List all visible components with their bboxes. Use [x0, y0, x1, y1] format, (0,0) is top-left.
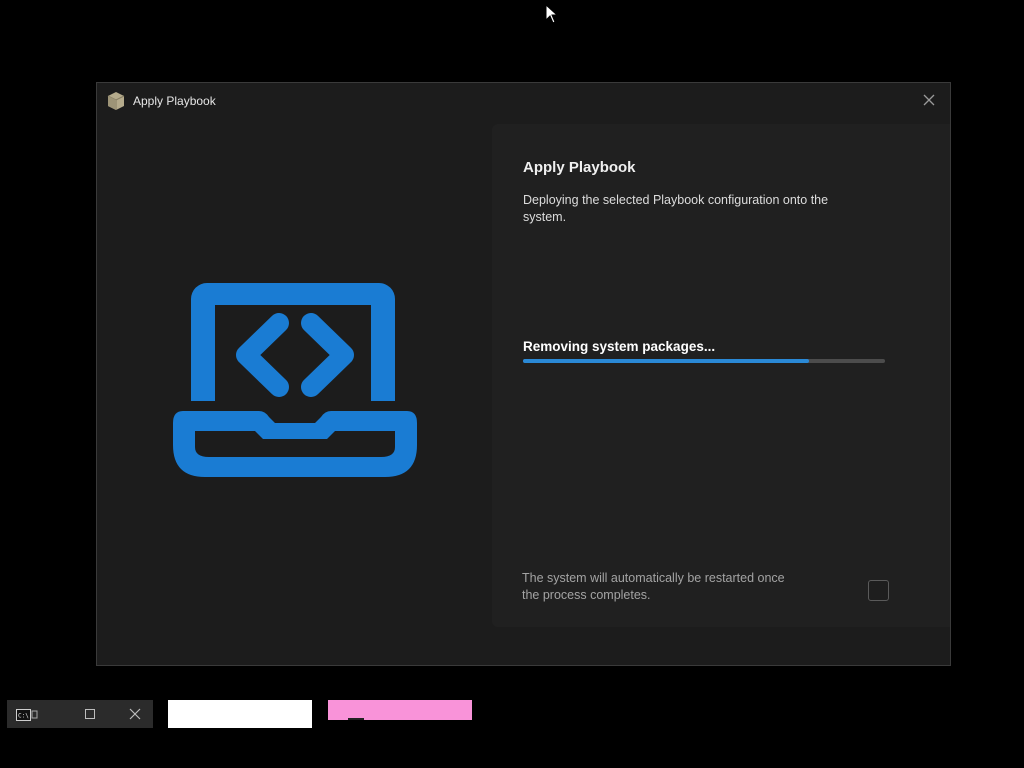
maximize-icon[interactable] — [84, 708, 96, 720]
window-title: Apply Playbook — [133, 94, 216, 108]
command-prompt-icon: C:\ — [16, 709, 38, 721]
console-window-tile[interactable]: C:\ — [7, 700, 153, 728]
restart-note: The system will automatically be restart… — [522, 571, 785, 602]
tile-marker — [348, 718, 364, 720]
package-box-icon — [107, 92, 125, 110]
pink-window-tile[interactable] — [328, 700, 472, 720]
progress-status: Removing system packages... — [523, 339, 716, 354]
svg-text:C:\: C:\ — [18, 713, 29, 720]
laptop-code-icon — [173, 283, 417, 477]
panel-description: Deploying the selected Playbook configur… — [523, 193, 829, 224]
apply-playbook-window: Apply Playbook Apply Playbook Deploying … — [96, 82, 951, 666]
blank-window-tile[interactable] — [168, 700, 312, 728]
restart-checkbox[interactable] — [868, 580, 889, 601]
progress-bar-fill — [523, 359, 809, 363]
content-panel: Apply Playbook Deploying the selected Pl… — [492, 124, 950, 627]
close-icon[interactable] — [128, 707, 142, 721]
progress-bar — [523, 359, 885, 363]
close-icon[interactable] — [918, 89, 940, 111]
mouse-cursor-icon — [545, 4, 559, 24]
title-bar: Apply Playbook — [97, 83, 950, 117]
panel-heading: Apply Playbook — [523, 159, 636, 176]
